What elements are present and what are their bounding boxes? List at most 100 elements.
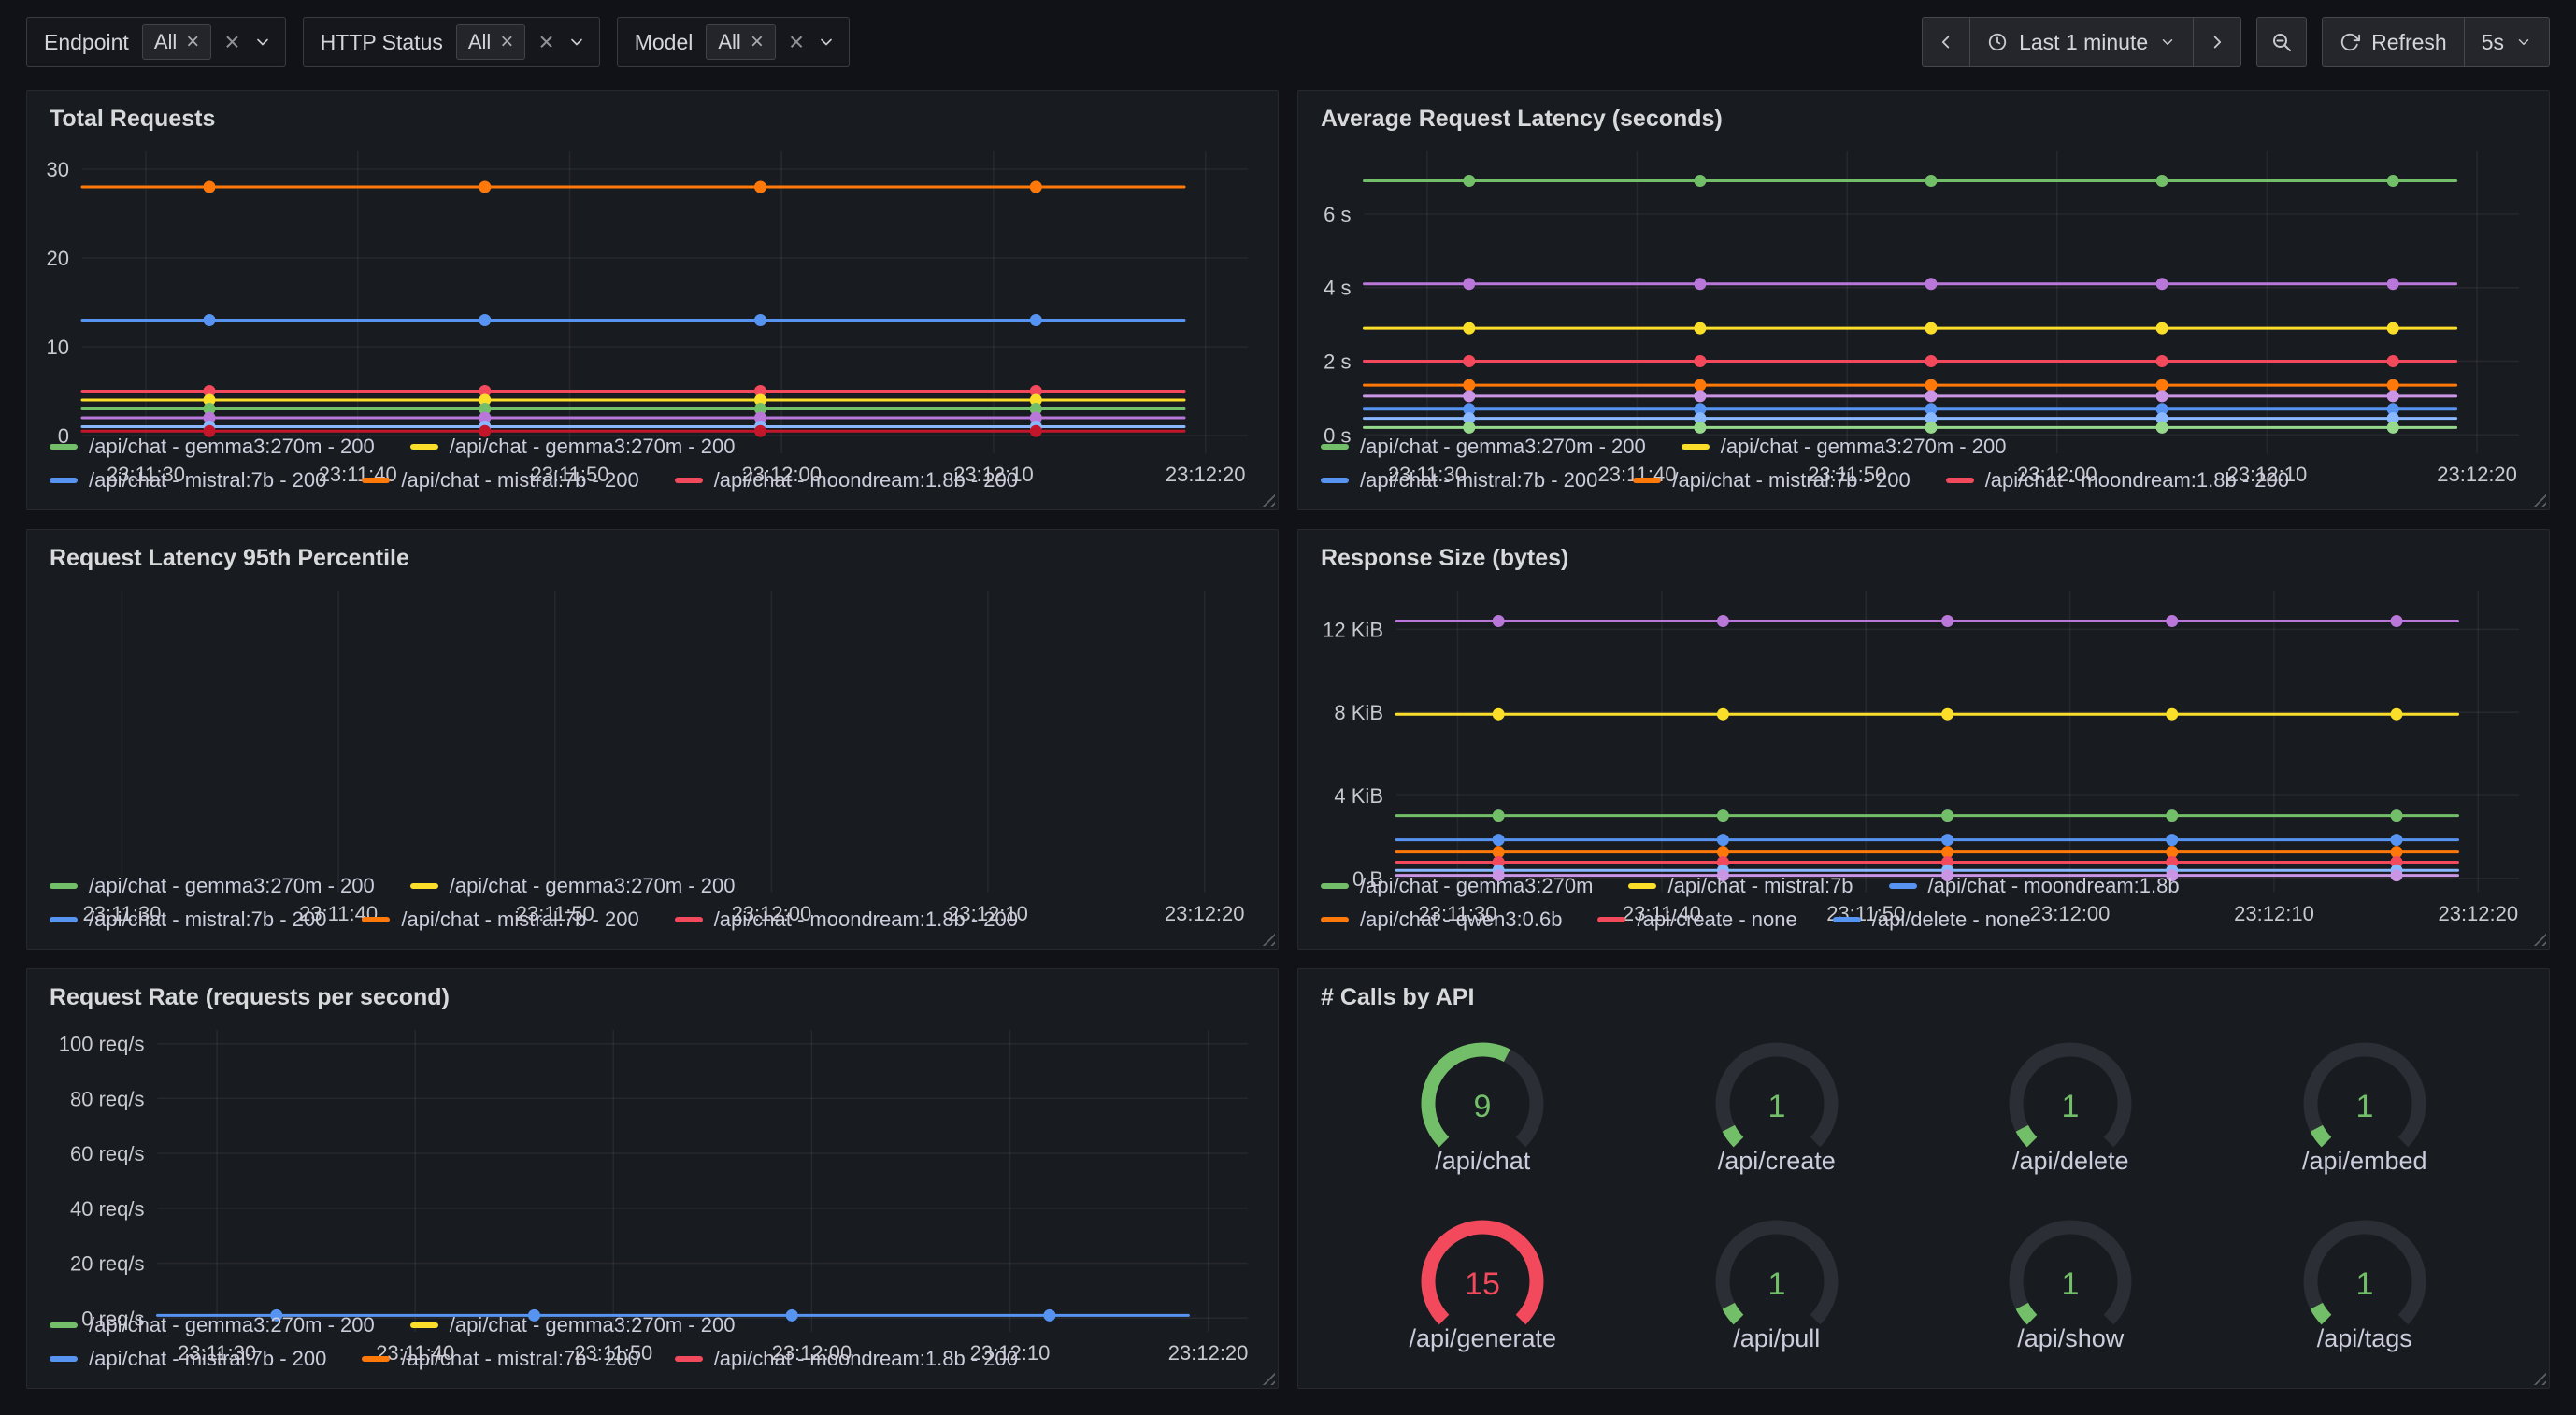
adhoc-filters: Endpoint All × × HTTP Status All × × Mod… — [26, 17, 850, 67]
legend-label: /api/chat - moondream:1.8b - 200 — [1985, 468, 2289, 493]
legend-item[interactable]: /api/chat - mistral:7b - 200 — [362, 908, 638, 932]
clear-filter-icon[interactable]: × — [789, 29, 804, 55]
legend-label: /api/chat - qwen3:0.6b — [1360, 908, 1562, 932]
time-series-plot[interactable]: 0 req/s20 req/s40 req/s60 req/s80 req/s1… — [42, 1019, 1263, 1308]
time-series-plot[interactable]: 0 s2 s4 s6 s23:11:3023:11:4023:11:5023:1… — [1313, 140, 2534, 429]
filter-model[interactable]: Model All × × — [617, 17, 850, 67]
panel-title[interactable]: Average Request Latency (seconds) — [1298, 91, 2549, 136]
legend-item[interactable]: /api/chat - moondream:1.8b - 200 — [675, 468, 1018, 493]
gauge-value: 1 — [1767, 1089, 1785, 1124]
time-shift-back-button[interactable] — [1922, 17, 1970, 67]
legend-item[interactable]: /api/chat - qwen3:0.6b — [1321, 908, 1562, 932]
time-shift-forward-button[interactable] — [2193, 17, 2241, 67]
legend-item[interactable]: /api/chat - mistral:7b — [1628, 874, 1853, 898]
time-range-label: Last 1 minute — [2019, 30, 2148, 55]
legend-item[interactable]: /api/chat - mistral:7b - 200 — [50, 468, 326, 493]
legend-item[interactable]: /api/chat - gemma3:270m - 200 — [410, 435, 736, 459]
legend-item[interactable]: /api/chat - mistral:7b - 200 — [50, 1347, 326, 1371]
legend-item[interactable]: /api/chat - moondream:1.8b - 200 — [675, 908, 1018, 932]
legend-item[interactable]: /api/create - none — [1597, 908, 1796, 932]
legend-label: /api/chat - mistral:7b - 200 — [1360, 468, 1597, 493]
svg-text:30: 30 — [47, 158, 69, 181]
series-color-swatch — [50, 444, 78, 450]
series-color-swatch — [410, 883, 438, 889]
filter-http-status[interactable]: HTTP Status All × × — [303, 17, 600, 67]
svg-text:6 s: 6 s — [1324, 203, 1351, 226]
filter-model-label: Model — [635, 30, 694, 55]
chevron-down-icon[interactable] — [567, 33, 586, 51]
legend-item[interactable]: /api/chat - mistral:7b - 200 — [50, 908, 326, 932]
series-color-swatch — [1889, 883, 1917, 889]
time-series-plot[interactable]: 23:11:3023:11:4023:11:5023:12:0023:12:10… — [42, 579, 1263, 868]
chevron-down-icon — [2515, 34, 2532, 50]
legend-item[interactable]: /api/chat - moondream:1.8b - 200 — [675, 1347, 1018, 1371]
filter-http-status-value: All — [468, 30, 491, 54]
gauge-label: /api/generate — [1409, 1324, 1556, 1353]
legend-label: /api/chat - mistral:7b - 200 — [401, 468, 638, 493]
filter-model-value: All — [718, 30, 740, 54]
time-series-plot[interactable]: 010203023:11:3023:11:4023:11:5023:12:002… — [42, 140, 1263, 429]
legend-item[interactable]: /api/chat - gemma3:270m - 200 — [410, 1313, 736, 1337]
clear-filter-icon[interactable]: × — [224, 29, 239, 55]
legend-row: /api/chat - qwen3:0.6b/api/create - none… — [1321, 908, 2526, 932]
series-color-swatch — [1833, 917, 1861, 922]
chevron-down-icon[interactable] — [817, 33, 836, 51]
legend-row: /api/chat - mistral:7b - 200/api/chat - … — [50, 908, 1255, 932]
filter-endpoint-label: Endpoint — [44, 30, 129, 55]
refresh-button[interactable]: Refresh — [2322, 17, 2465, 67]
filter-http-status-value-chip[interactable]: All × — [456, 24, 525, 60]
legend-row: /api/chat - mistral:7b - 200/api/chat - … — [1321, 468, 2526, 493]
clear-filter-icon[interactable]: × — [538, 29, 553, 55]
legend-label: /api/chat - mistral:7b - 200 — [401, 1347, 638, 1371]
remove-value-icon[interactable]: × — [500, 31, 513, 53]
series-color-swatch — [1597, 917, 1625, 922]
panel-response-size: Response Size (bytes) 0 B4 KiB8 KiB12 Ki… — [1297, 529, 2550, 950]
series-color-swatch — [1321, 883, 1349, 889]
legend-label: /api/chat - moondream:1.8b — [1928, 874, 2180, 898]
legend-item[interactable]: /api/chat - mistral:7b - 200 — [1321, 468, 1597, 493]
series-color-swatch — [50, 1356, 78, 1362]
chevron-down-icon — [2159, 34, 2176, 50]
chart-legend: /api/chat - gemma3:270m - 200/api/chat -… — [27, 1308, 1278, 1388]
legend-item[interactable]: /api/chat - gemma3:270m - 200 — [50, 435, 375, 459]
gauge-arc: 1 — [2281, 1031, 2449, 1156]
legend-item[interactable]: /api/chat - gemma3:270m - 200 — [1321, 435, 1646, 459]
gauge-api-pull: 1/api/pull — [1693, 1208, 1861, 1353]
legend-row: /api/chat - mistral:7b - 200/api/chat - … — [50, 468, 1255, 493]
legend-item[interactable]: /api/chat - gemma3:270m - 200 — [410, 874, 736, 898]
legend-item[interactable]: /api/chat - gemma3:270m - 200 — [50, 874, 375, 898]
refresh-interval-picker[interactable]: 5s — [2464, 17, 2550, 67]
panel-title[interactable]: Total Requests — [27, 91, 1278, 136]
zoom-out-button[interactable] — [2256, 17, 2307, 67]
time-range-picker[interactable]: Last 1 minute — [1969, 17, 2194, 67]
legend-label: /api/chat - moondream:1.8b - 200 — [714, 908, 1018, 932]
remove-value-icon[interactable]: × — [751, 31, 764, 53]
filter-endpoint[interactable]: Endpoint All × × — [26, 17, 286, 67]
svg-text:100 req/s: 100 req/s — [59, 1033, 145, 1056]
legend-item[interactable]: /api/delete - none — [1833, 908, 2031, 932]
gauge-api-show: 1/api/show — [1986, 1208, 2154, 1353]
chevron-down-icon[interactable] — [253, 33, 272, 51]
legend-item[interactable]: /api/chat - mistral:7b - 200 — [362, 468, 638, 493]
panel-title[interactable]: # Calls by API — [1298, 969, 2549, 1015]
series-color-swatch — [675, 1356, 703, 1362]
filter-endpoint-value-chip[interactable]: All × — [142, 24, 211, 60]
legend-item[interactable]: /api/chat - mistral:7b - 200 — [362, 1347, 638, 1371]
filter-model-value-chip[interactable]: All × — [706, 24, 775, 60]
panel-title[interactable]: Response Size (bytes) — [1298, 530, 2549, 576]
time-series-plot[interactable]: 0 B4 KiB8 KiB12 KiB23:11:3023:11:4023:11… — [1313, 579, 2534, 868]
legend-item[interactable]: /api/chat - moondream:1.8b — [1889, 874, 2180, 898]
series-color-swatch — [362, 1356, 390, 1362]
panel-title[interactable]: Request Latency 95th Percentile — [27, 530, 1278, 576]
legend-item[interactable]: /api/chat - mistral:7b - 200 — [1633, 468, 1910, 493]
remove-value-icon[interactable]: × — [186, 31, 199, 53]
gauge-label: /api/tags — [2317, 1324, 2412, 1353]
svg-text:40 req/s: 40 req/s — [70, 1197, 145, 1221]
legend-item[interactable]: /api/chat - gemma3:270m - 200 — [1682, 435, 2007, 459]
legend-item[interactable]: /api/chat - gemma3:270m — [1321, 874, 1593, 898]
legend-item[interactable]: /api/chat - gemma3:270m - 200 — [50, 1313, 375, 1337]
panel-title[interactable]: Request Rate (requests per second) — [27, 969, 1278, 1015]
legend-label: /api/delete - none — [1872, 908, 2031, 932]
gauge-value: 1 — [2062, 1089, 2080, 1124]
legend-item[interactable]: /api/chat - moondream:1.8b - 200 — [1946, 468, 2289, 493]
